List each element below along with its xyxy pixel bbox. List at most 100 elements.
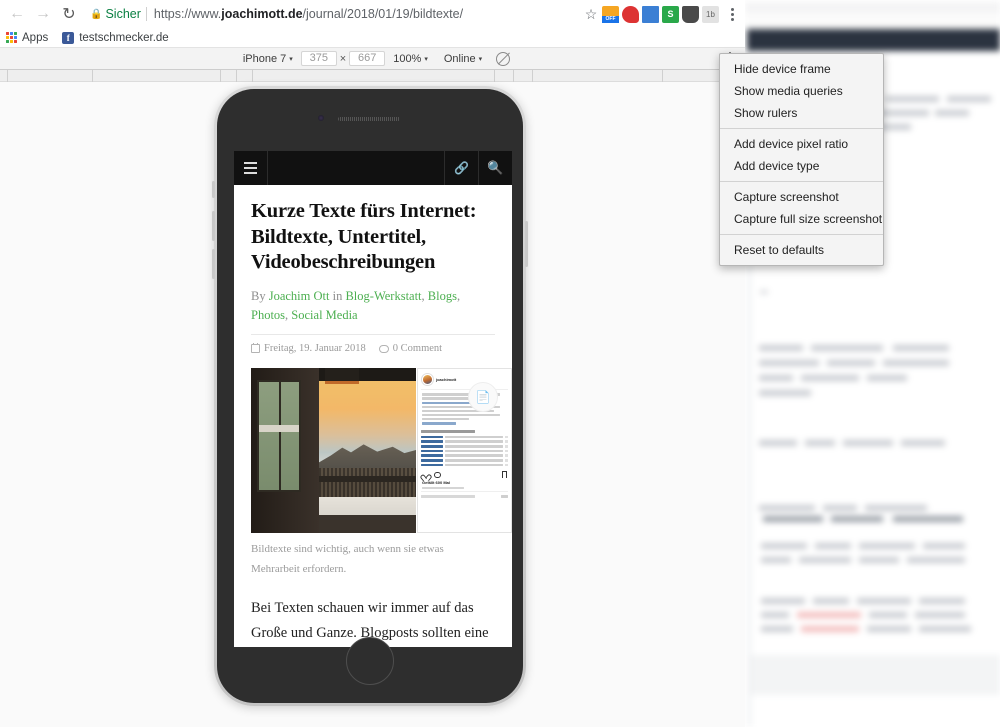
mute-switch	[212, 181, 215, 198]
category-link-1[interactable]: Blogs	[428, 289, 457, 303]
device-options-context-menu: Hide device frame Show media queries Sho…	[719, 53, 884, 266]
throttling-selector[interactable]: Online ▾	[436, 53, 490, 65]
comma: ,	[285, 307, 289, 322]
media-query-ruler[interactable]	[0, 70, 745, 82]
background-text-block	[761, 598, 805, 604]
hamburger-icon[interactable]	[234, 151, 268, 185]
background-text-block	[843, 440, 893, 446]
bookmarks-bar: Apps testschmecker.de	[0, 28, 745, 48]
bookmark-label: testschmecker.de	[79, 31, 169, 44]
device-name: iPhone 7	[242, 52, 287, 65]
background-text-block	[761, 626, 793, 632]
device-selector[interactable]: iPhone 7 ▾	[235, 53, 301, 65]
background-text-block	[935, 110, 969, 116]
bookmark-testschmecker[interactable]: testschmecker.de	[62, 31, 169, 44]
viewport-width-input[interactable]: 375	[300, 51, 337, 66]
background-text-block	[923, 543, 965, 549]
instagram-load-more-comments[interactable]	[421, 430, 475, 433]
forward-button[interactable]: →	[30, 1, 56, 27]
background-text-block	[799, 557, 851, 563]
menu-item-show-rulers[interactable]: Show rulers	[720, 102, 883, 124]
background-navy-bar	[747, 29, 1000, 51]
list-item	[421, 445, 508, 448]
stylebot-icon[interactable]	[662, 5, 679, 23]
url-text: https://www.joachimott.de/journal/2018/0…	[154, 7, 463, 21]
evernote-icon[interactable]	[622, 5, 639, 23]
volume-down-button	[212, 249, 215, 279]
figure-caption: Bildtexte sind wichtig, auch wenn sie et…	[251, 543, 444, 575]
menu-item-reset-to-defaults[interactable]: Reset to defaults	[720, 239, 883, 261]
background-heading	[763, 516, 823, 522]
bookmark-star-icon[interactable]: ☆	[580, 6, 602, 23]
menu-item-hide-device-frame[interactable]: Hide device frame	[720, 58, 883, 80]
article-meta: Freitag, 19. Januar 2018 0 Comment	[251, 342, 495, 355]
pocket-icon[interactable]	[682, 5, 699, 23]
adblock-off-icon[interactable]	[602, 5, 619, 23]
chevron-down-icon: ▾	[289, 55, 293, 63]
background-text-block	[877, 110, 929, 116]
byline-in: in	[332, 288, 343, 303]
instagram-timestamp	[422, 487, 464, 490]
bookmark-apps[interactable]: Apps	[6, 32, 48, 44]
photo-window	[257, 380, 301, 493]
chrome-browser-window: ← → ↻ 🔒 Sicher https://www.joachimott.de…	[0, 0, 745, 727]
comment-bubble-icon	[378, 344, 389, 353]
background-highlight	[797, 612, 861, 618]
category-link-3[interactable]: Social Media	[291, 308, 357, 322]
front-camera-icon	[318, 115, 324, 121]
background-text-block	[867, 375, 907, 381]
comment-count[interactable]: 0 Comment	[378, 343, 442, 354]
dimension-separator: ×	[339, 52, 347, 65]
chevron-down-icon: ▾	[478, 55, 483, 63]
address-bar[interactable]: 🔒 Sicher https://www.joachimott.de/journ…	[86, 2, 576, 26]
background-text-block	[885, 96, 939, 102]
viewport-height-input[interactable]: 667	[349, 51, 386, 66]
date-text: Freitag, 19. Januar 2018	[264, 343, 366, 355]
power-button	[525, 221, 528, 267]
category-link-2[interactable]: Photos	[251, 308, 285, 322]
background-text-block	[883, 360, 949, 366]
url-host: joachimott.de	[221, 7, 303, 21]
background-toolbar-second	[745, 13, 1000, 29]
author-link[interactable]: Joachim Ott	[269, 289, 330, 303]
category-link-0[interactable]: Blog-Werkstatt	[345, 289, 421, 303]
menu-item-add-device-type[interactable]: Add device type	[720, 155, 883, 177]
back-button[interactable]: ←	[4, 1, 30, 27]
comment-icon[interactable]	[434, 471, 441, 478]
background-text-block	[811, 345, 883, 351]
background-text-block	[759, 440, 797, 446]
heart-icon[interactable]	[422, 471, 429, 478]
reload-button[interactable]: ↻	[56, 1, 82, 27]
background-text-block	[759, 375, 793, 381]
colorpick-icon[interactable]	[642, 5, 659, 23]
background-footer	[751, 655, 1000, 695]
menu-item-capture-full-size-screenshot[interactable]: Capture full size screenshot	[720, 208, 883, 230]
device-frame-iphone: 🔗 🔍 Kurze Texte fürs Internet: Bildtexte…	[212, 86, 528, 706]
reading-mode-badge[interactable]: 📄	[468, 382, 498, 412]
zoom-selector[interactable]: 100% ▾	[385, 53, 436, 65]
onebox-icon[interactable]	[702, 5, 719, 23]
menu-item-show-media-queries[interactable]: Show media queries	[720, 80, 883, 102]
apps-grid-icon	[6, 32, 17, 43]
no-cache-icon[interactable]	[496, 51, 511, 66]
background-bullet	[760, 290, 768, 294]
menu-item-add-device-pixel-ratio[interactable]: Add device pixel ratio	[720, 133, 883, 155]
url-path: /journal/2018/01/19/bildtexte/	[302, 7, 464, 21]
search-icon[interactable]: 🔍	[478, 151, 512, 185]
meta-divider	[251, 334, 495, 336]
comma: ,	[456, 288, 461, 303]
device-emulation-toolbar: iPhone 7 ▾ 375 × 667 100% ▾ Online ▾	[0, 48, 745, 70]
list-item	[421, 454, 508, 457]
device-viewport-stage: 🔗 🔍 Kurze Texte fürs Internet: Bildtexte…	[0, 82, 745, 727]
chrome-menu-icon[interactable]	[723, 7, 741, 21]
chevron-down-icon: ▾	[424, 55, 428, 63]
screenshot-root: ← → ↻ 🔒 Sicher https://www.joachimott.de…	[0, 0, 1000, 727]
menu-item-capture-screenshot[interactable]: Capture screenshot	[720, 186, 883, 208]
link-icon[interactable]: 🔗	[444, 151, 478, 185]
instagram-comment-input[interactable]	[421, 491, 508, 498]
bookmark-icon[interactable]	[502, 471, 507, 479]
instagram-header: joachimott	[421, 372, 508, 387]
background-text-block	[859, 543, 915, 549]
home-button	[346, 637, 394, 685]
comma: ,	[421, 288, 425, 303]
